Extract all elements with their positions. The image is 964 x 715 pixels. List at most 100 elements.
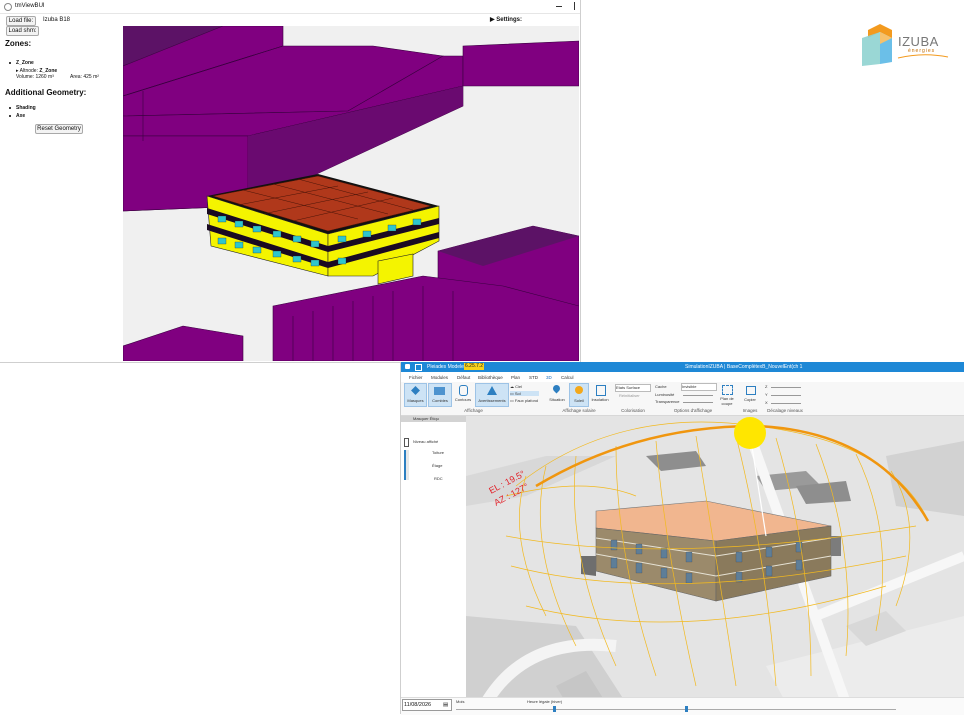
x-slider[interactable] <box>771 403 801 404</box>
viewer-window: tmViewBUI Load file: Izuba B18 Load shm:… <box>0 0 581 363</box>
menu-modules[interactable]: Modules <box>431 374 448 382</box>
transparence-slider[interactable] <box>683 402 713 403</box>
cache-select[interactable]: Invisible <box>681 383 717 391</box>
zone-name[interactable]: Z_Zone <box>16 60 34 66</box>
load-shm-button[interactable]: Load shm: <box>6 26 39 36</box>
logo-brand: IZUBA <box>898 34 939 49</box>
group-images: Images <box>742 408 758 413</box>
copier-button[interactable]: Copier <box>741 383 759 405</box>
version-badge: 6.25.7.2 <box>464 363 485 370</box>
load-file-button[interactable]: Load file: <box>6 16 36 26</box>
situation-button[interactable]: Situation <box>547 383 567 405</box>
reset-geometry-button[interactable]: Reset Geometry <box>35 124 83 134</box>
avertissements-label: Avertissements <box>478 398 506 403</box>
quick-access-label[interactable]: Pleiades Modeleur <box>427 362 468 372</box>
masques-label: Masques <box>407 398 424 403</box>
solar-scene: AZ : 127° EL : 19.5° <box>466 416 964 703</box>
y-label: Y <box>765 392 768 397</box>
sun-marker <box>734 417 766 449</box>
luminosite-slider[interactable] <box>683 395 713 396</box>
level-slider[interactable] <box>404 450 409 480</box>
app-icon <box>4 3 12 11</box>
geom-item-axe[interactable]: Axe <box>16 113 25 119</box>
transparence-label: Transparence <box>655 399 680 404</box>
etats-surface-select[interactable]: Etats Surface <box>615 384 651 392</box>
group-options-affichage: Options d'affichage <box>673 408 713 413</box>
level-toiture[interactable]: Toiture <box>432 450 444 455</box>
sol-option[interactable]: ▭ Sol <box>510 391 539 396</box>
bullet <box>9 115 11 117</box>
sun-icon <box>575 386 583 394</box>
niveau-affiche-label: Niveau affiché <box>413 439 439 444</box>
zones-heading: Zones: <box>5 39 32 48</box>
solar-3d-viewport[interactable]: AZ : 127° EL : 19.5° <box>466 416 964 703</box>
group-affichage: Affichage <box>464 408 483 413</box>
section-plane-icon <box>722 385 733 395</box>
logo-swoosh <box>897 54 949 59</box>
level-etage[interactable]: Étage <box>432 463 442 468</box>
y-slider[interactable] <box>771 395 801 396</box>
ciel-option[interactable]: ☁ Ciel <box>510 384 522 389</box>
menu-defaut[interactable]: Défaut <box>457 374 470 382</box>
menu-plan[interactable]: Plan <box>511 374 520 382</box>
combles-label: Combles <box>432 398 448 403</box>
grid-icon <box>596 385 606 396</box>
pleiades-window: Pleiades Modeleur 6.25.7.2 SimulationIZU… <box>400 362 964 715</box>
contours-button[interactable]: Contours <box>453 383 473 405</box>
maximize-icon[interactable] <box>574 2 581 10</box>
app-icon <box>405 364 410 369</box>
pleiades-title: SimulationIZUBA | BaseComplètexB_NouvelE… <box>685 364 803 370</box>
menu-calcul[interactable]: Calcul <box>561 374 574 382</box>
izuba-logo: IZUBA énergies <box>856 24 952 70</box>
level-rdc[interactable]: RDC <box>434 476 443 481</box>
settings-toggle[interactable]: ▶ Settings: <box>490 16 522 23</box>
roof-icon <box>434 387 445 395</box>
menu-bibliotheque[interactable]: Bibliothèque <box>478 374 503 382</box>
file-name: Izuba B18 <box>43 17 71 23</box>
save-icon[interactable] <box>415 364 422 371</box>
group-colorisation: Colorisation <box>621 408 645 413</box>
image-icon <box>746 386 756 395</box>
insolation-label: Insolation <box>591 397 609 402</box>
hour-slider-handle[interactable] <box>684 706 688 712</box>
contour-icon <box>459 385 468 396</box>
geom-item-shading[interactable]: Shading <box>16 105 36 111</box>
date-picker[interactable]: 11/08/2026 ▤ <box>402 699 452 711</box>
level-toggle[interactable] <box>404 438 409 447</box>
avertissements-button[interactable]: Avertissements <box>475 383 509 407</box>
z-slider[interactable] <box>771 387 801 388</box>
menu-fichier[interactable]: Fichier <box>409 374 423 382</box>
sol-label: Sol <box>514 391 521 396</box>
date-slider-handle[interactable] <box>552 706 556 712</box>
heure-label: Heure légale (hiver) <box>527 699 563 704</box>
contours-label: Contours <box>454 397 472 402</box>
warning-icon <box>487 386 497 395</box>
location-pin-icon <box>551 383 562 394</box>
ciel-label: Ciel <box>515 384 523 389</box>
insolation-button[interactable]: Insolation <box>589 383 611 405</box>
bullet <box>9 107 11 109</box>
group-affichage-solaire: Affichage solaire <box>562 408 596 413</box>
menu-std[interactable]: STD <box>529 374 538 382</box>
copier-label: Copier <box>744 397 756 402</box>
calendar-icon[interactable]: ▤ <box>443 700 448 710</box>
additional-geometry-heading: Additional Geometry: <box>5 88 87 97</box>
faux-plafond-option[interactable]: ▭ Faux plafond <box>510 398 538 403</box>
zone-volume: Volume: 1260 m³ <box>16 74 54 80</box>
timeline-track[interactable] <box>456 709 896 710</box>
soleil-button[interactable]: Soleil <box>569 383 589 407</box>
zone-area: Area: 425 m² <box>70 74 99 80</box>
masques-button[interactable]: Masques <box>404 383 427 407</box>
combles-button[interactable]: Combles <box>428 383 452 407</box>
side-panel-title[interactable]: Masquer Étiqu <box>413 416 439 421</box>
side-panel-header: Masquer Étiqu <box>401 416 466 422</box>
plan-de-coupe-label: Plan de coupe <box>720 396 734 406</box>
plan-de-coupe-button[interactable]: Plan de coupe <box>719 383 735 406</box>
reinitialiser-button[interactable]: Réinitialiser <box>619 393 640 398</box>
cache-label: Cache <box>655 384 667 389</box>
bullet <box>9 62 11 64</box>
3d-scene <box>123 26 579 361</box>
pleiades-titlebar: Pleiades Modeleur 6.25.7.2 SimulationIZU… <box>401 362 964 372</box>
3d-viewport[interactable] <box>123 26 579 361</box>
minimize-icon[interactable] <box>556 6 562 7</box>
